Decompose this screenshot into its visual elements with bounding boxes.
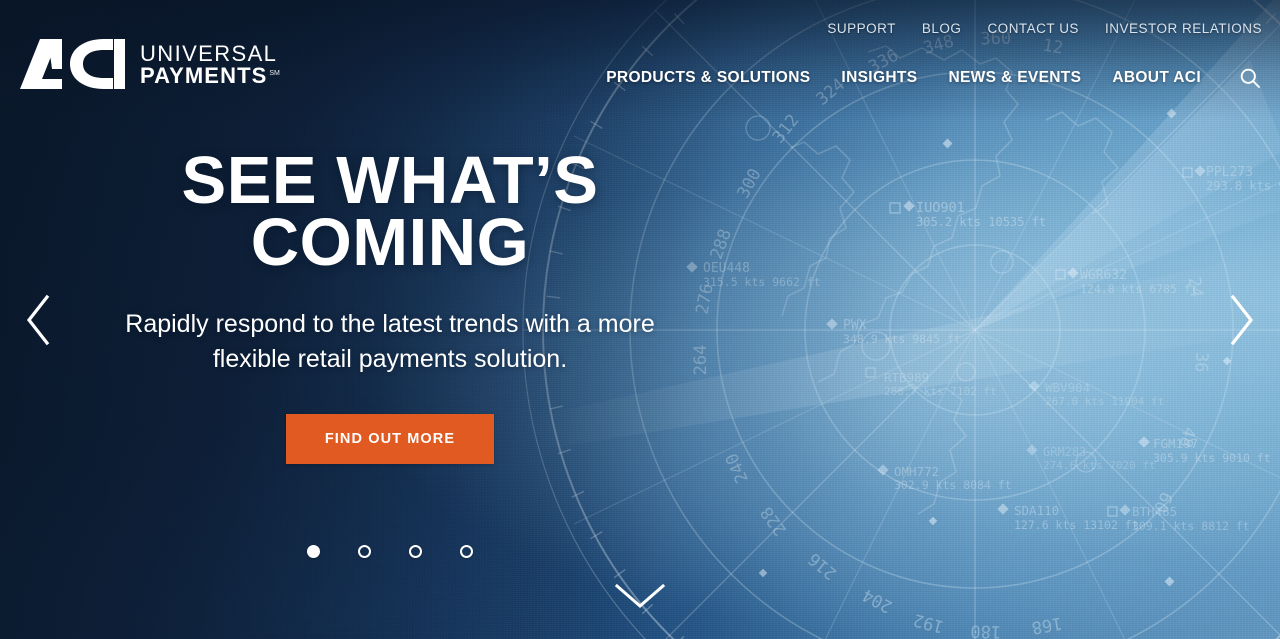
nav-investor-relations[interactable]: INVESTOR RELATIONS xyxy=(1105,21,1262,36)
nav-about-aci[interactable]: ABOUT ACI xyxy=(1112,69,1201,87)
carousel-dot-2[interactable] xyxy=(358,545,371,558)
carousel-dot-1[interactable] xyxy=(307,545,320,558)
chevron-left-icon xyxy=(26,294,50,346)
site-header: UNIVERSAL PAYMENTS SM SUPPORT BLOG CONTAC… xyxy=(0,0,1280,112)
hero-banner: 300 288 276 264 240 228 216 204 192 180 … xyxy=(0,0,1280,639)
hero-headline-line-2: COMING xyxy=(250,204,530,280)
logo-trademark: SM xyxy=(269,69,280,77)
site-logo[interactable]: UNIVERSAL PAYMENTS SM xyxy=(18,37,280,91)
hero-headline: SEE WHAT’S COMING xyxy=(0,147,780,280)
logo-wordmark: UNIVERSAL PAYMENTS SM xyxy=(140,41,280,88)
aci-logo-mark xyxy=(20,39,125,89)
scroll-down-button[interactable] xyxy=(0,580,1280,612)
nav-news-events[interactable]: NEWS & EVENTS xyxy=(948,69,1081,87)
carousel-dot-3[interactable] xyxy=(409,545,422,558)
search-button[interactable] xyxy=(1238,66,1262,90)
chevron-down-icon xyxy=(614,583,666,608)
search-icon xyxy=(1240,68,1260,88)
find-out-more-button[interactable]: FIND OUT MORE xyxy=(285,414,495,465)
nav-blog[interactable]: BLOG xyxy=(922,21,962,36)
utility-navigation: SUPPORT BLOG CONTACT US INVESTOR RELATIO… xyxy=(827,21,1262,36)
hero-subheadline: Rapidly respond to the latest trends wit… xyxy=(0,307,780,376)
nav-products-solutions[interactable]: PRODUCTS & SOLUTIONS xyxy=(606,69,810,87)
hero-slide-content: SEE WHAT’S COMING Rapidly respond to the… xyxy=(0,147,780,465)
logo-line-1: UNIVERSAL xyxy=(140,40,278,66)
logo-line-2: PAYMENTS SM xyxy=(140,63,280,88)
chevron-right-icon xyxy=(1230,294,1254,346)
nav-support[interactable]: SUPPORT xyxy=(827,21,896,36)
hero-cta-wrapper: FIND OUT MORE xyxy=(0,414,780,465)
carousel-dot-4[interactable] xyxy=(460,545,473,558)
nav-contact-us[interactable]: CONTACT US xyxy=(987,21,1079,36)
main-navigation: PRODUCTS & SOLUTIONS INSIGHTS NEWS & EVE… xyxy=(606,66,1262,90)
hero-subheadline-line-1: Rapidly respond to the latest trends wit… xyxy=(125,310,591,339)
carousel-prev-button[interactable] xyxy=(16,289,62,351)
carousel-next-button[interactable] xyxy=(1218,289,1264,351)
carousel-pagination xyxy=(0,545,780,558)
nav-insights[interactable]: INSIGHTS xyxy=(841,69,917,87)
